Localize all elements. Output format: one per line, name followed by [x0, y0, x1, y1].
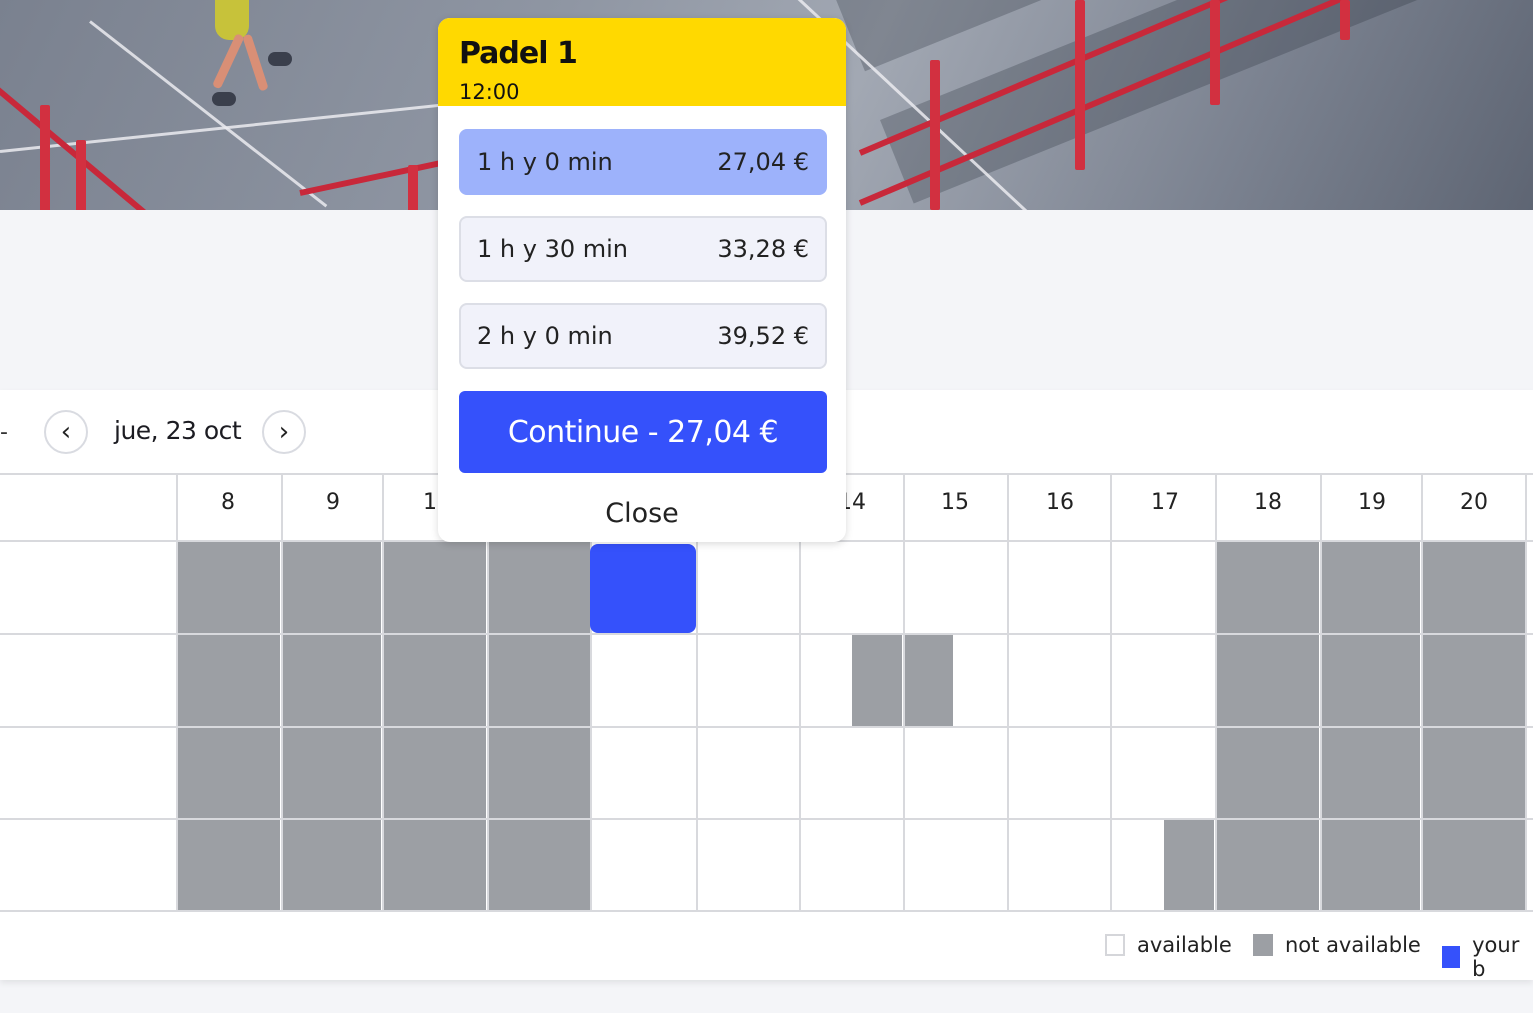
- grid-line: [1110, 473, 1112, 912]
- legend-label: not available: [1285, 933, 1421, 957]
- slot-not-available: [1423, 728, 1525, 818]
- slot-not-available: [1423, 542, 1525, 633]
- chevron-right-icon: ›: [278, 417, 290, 447]
- grid-line: [1525, 473, 1527, 912]
- legend-label: your b: [1472, 933, 1520, 981]
- slot-not-available: [1322, 542, 1420, 633]
- slot-not-available: [283, 728, 381, 818]
- hour-label: 19: [1358, 490, 1386, 515]
- slot-not-available: [283, 820, 381, 910]
- hour-label: 15: [941, 490, 969, 515]
- hour-label: 18: [1254, 490, 1282, 515]
- slot-not-available: [489, 635, 590, 726]
- grid-line: [0, 910, 1533, 912]
- duration-option[interactable]: 2 h y 0 min 39,52 €: [459, 303, 827, 369]
- slot-not-available: [489, 820, 590, 910]
- slot-not-available: [384, 728, 486, 818]
- legend-available: available: [1105, 933, 1232, 957]
- your-booking-swatch: [1442, 946, 1461, 968]
- slot-not-available: [178, 820, 280, 910]
- slot-not-available: [1423, 635, 1525, 726]
- continue-button[interactable]: Continue - 27,04 €: [459, 391, 827, 473]
- duration-option[interactable]: 1 h y 0 min 27,04 €: [459, 129, 827, 195]
- slot-not-available: [852, 635, 902, 726]
- slot-not-available: [1322, 635, 1420, 726]
- not-available-swatch: [1253, 934, 1273, 956]
- legend-your-booking: your b: [1442, 933, 1533, 981]
- date-label: jue, 23 oct: [114, 416, 242, 445]
- slot-not-available: [384, 635, 486, 726]
- slot-not-available: [178, 728, 280, 818]
- price-label: 27,04 €: [717, 148, 809, 176]
- duration-option[interactable]: 1 h y 30 min 33,28 €: [459, 216, 827, 282]
- slot-not-available: [1164, 820, 1214, 910]
- legend-label: available: [1137, 933, 1232, 957]
- slot-your-booking[interactable]: [590, 544, 696, 633]
- slot-not-available: [283, 635, 381, 726]
- grid-line: [1007, 473, 1009, 912]
- slot-not-available: [1423, 820, 1525, 910]
- previous-day-button[interactable]: ‹: [44, 410, 88, 454]
- slot-not-available: [178, 542, 280, 633]
- price-label: 39,52 €: [717, 322, 809, 350]
- truncated-control: ‑: [0, 420, 8, 445]
- slot-not-available: [384, 542, 486, 633]
- slot-not-available: [384, 820, 486, 910]
- slot-not-available: [1322, 728, 1420, 818]
- slot-not-available: [905, 635, 953, 726]
- next-day-button[interactable]: ›: [262, 410, 306, 454]
- slot-not-available: [178, 635, 280, 726]
- legend-not-available: not available: [1253, 933, 1421, 957]
- court-name: Padel 1: [459, 36, 578, 71]
- chevron-left-icon: ‹: [60, 417, 72, 447]
- slot-not-available: [489, 728, 590, 818]
- slot-not-available: [283, 542, 381, 633]
- slot-not-available: [1217, 542, 1319, 633]
- popover-header: Padel 1 12:00: [438, 18, 846, 106]
- hour-label: 20: [1460, 490, 1488, 515]
- hour-label: 9: [326, 490, 340, 515]
- close-button[interactable]: Close: [438, 498, 846, 529]
- slot-not-available: [1322, 820, 1420, 910]
- start-time: 12:00: [459, 80, 520, 104]
- duration-label: 2 h y 0 min: [477, 322, 613, 350]
- slot-not-available: [1217, 820, 1319, 910]
- duration-label: 1 h y 0 min: [477, 148, 613, 176]
- available-swatch: [1105, 934, 1125, 956]
- hour-label: 17: [1151, 490, 1179, 515]
- hour-label: 16: [1046, 490, 1074, 515]
- slot-not-available: [489, 542, 590, 633]
- slot-not-available: [1217, 635, 1319, 726]
- slot-not-available: [1217, 728, 1319, 818]
- booking-popover: Padel 1 12:00 1 h y 0 min 27,04 € 1 h y …: [438, 18, 846, 542]
- duration-label: 1 h y 30 min: [477, 235, 628, 263]
- hour-label: 8: [221, 490, 235, 515]
- price-label: 33,28 €: [717, 235, 809, 263]
